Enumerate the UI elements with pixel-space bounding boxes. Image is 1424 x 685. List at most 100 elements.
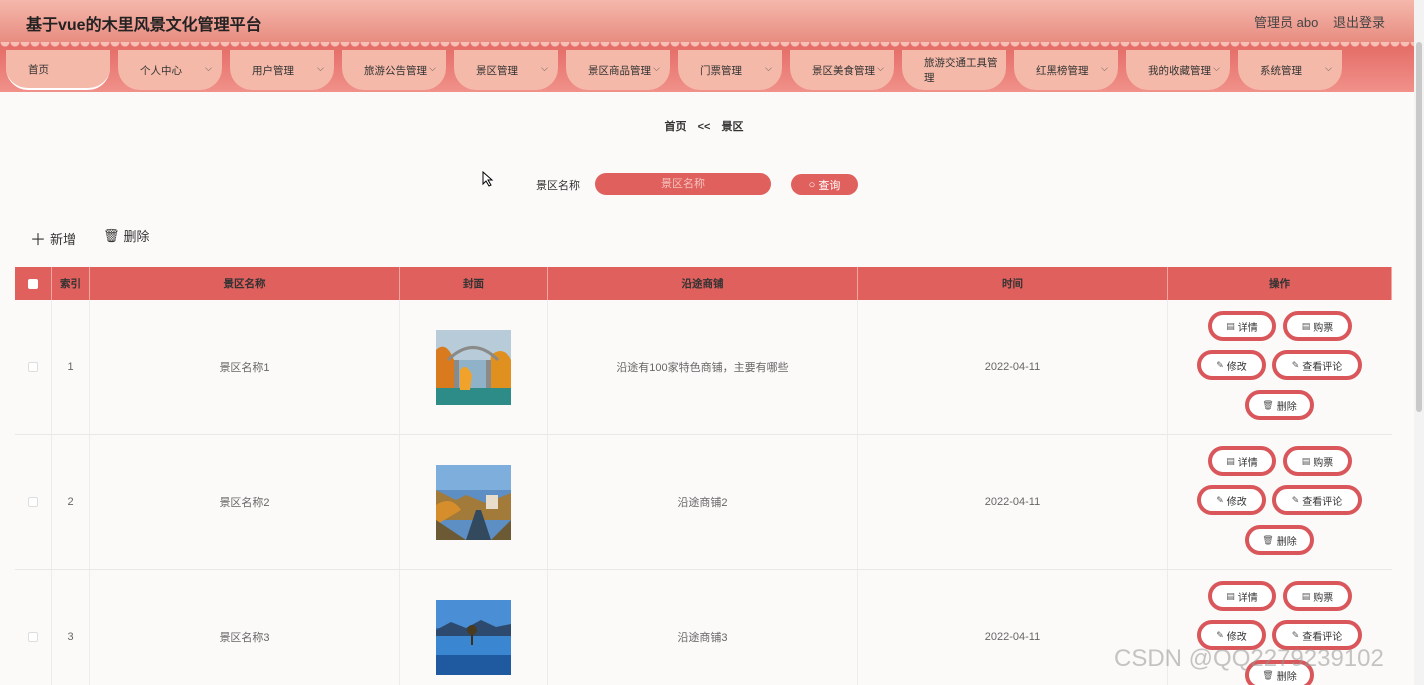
- breadcrumb-separator: <<: [697, 121, 711, 133]
- delete-button[interactable]: 🗑 删除: [1245, 390, 1314, 420]
- nav-item-notices[interactable]: 旅游公告管理 ⌵: [342, 50, 446, 90]
- row-index: 3: [52, 570, 90, 685]
- column-header: 沿途商铺: [548, 267, 858, 300]
- edit-icon: ✎: [1291, 494, 1300, 505]
- logout-link[interactable]: 退出登录: [1333, 12, 1385, 31]
- chevron-down-icon: ⌵: [765, 63, 772, 73]
- row-shops: 沿途商铺2: [548, 435, 858, 569]
- bulk-delete-label: 删除: [123, 229, 150, 244]
- document-icon: ▤: [1226, 590, 1235, 601]
- chevron-down-icon: ⌵: [1325, 63, 1332, 73]
- nav-item-rankings[interactable]: 红黑榜管理 ⌵: [1014, 50, 1118, 90]
- detail-button[interactable]: ▤ 详情: [1208, 446, 1276, 476]
- delete-button[interactable]: 🗑 删除: [1245, 525, 1314, 555]
- nav-item-scenic[interactable]: 景区管理 ⌵: [454, 50, 558, 90]
- cover-image: [436, 464, 511, 540]
- column-header: 操作: [1168, 267, 1392, 300]
- row-checkbox[interactable]: [28, 497, 38, 507]
- cover-cell: [400, 570, 548, 685]
- nav-item-favorites[interactable]: 我的收藏管理 ⌵: [1126, 50, 1230, 90]
- row-time: 2022-04-11: [858, 300, 1168, 434]
- nav-item-home[interactable]: 首页: [6, 50, 110, 90]
- document-icon: ▤: [1301, 590, 1311, 601]
- buy-ticket-button[interactable]: ▤ 购票: [1283, 581, 1352, 611]
- trash-icon: 🗑: [103, 227, 120, 243]
- column-header: 时间: [858, 267, 1168, 300]
- document-icon: ▤: [1226, 320, 1235, 331]
- edit-button[interactable]: ✎ 修改: [1197, 350, 1266, 380]
- search-button-label: 查询: [818, 179, 841, 192]
- comments-label: 查看评论: [1302, 361, 1343, 373]
- edit-label: 修改: [1226, 631, 1247, 643]
- nav-item-label: 旅游交通工具管理: [924, 57, 998, 84]
- row-index: 2: [52, 435, 90, 569]
- nav-item-personal[interactable]: 个人中心 ⌵: [118, 50, 222, 90]
- chevron-down-icon: ⌵: [429, 63, 436, 73]
- trash-icon: 🗑: [1262, 534, 1274, 545]
- search-input[interactable]: [595, 173, 771, 195]
- nav-item-system[interactable]: 系统管理 ⌵: [1238, 50, 1342, 90]
- app-header: 基于vue的木里风景文化管理平台 管理员 abo 退出登录: [0, 0, 1424, 42]
- select-all-checkbox[interactable]: [28, 278, 38, 289]
- page-scrollbar[interactable]: [1414, 0, 1424, 685]
- detail-button[interactable]: ▤ 详情: [1208, 311, 1276, 341]
- breadcrumb-home[interactable]: 首页: [665, 121, 687, 133]
- scenic-table: 索引 景区名称 封面 沿途商铺 时间 操作 1 景区名称1 沿途有100家特色商…: [15, 267, 1392, 685]
- watermark: CSDN @QQ2279239102: [1114, 645, 1384, 672]
- table-row: 1 景区名称1 沿途有100家特色商铺，主要有哪些 2022-04-11 ▤ 详情…: [15, 300, 1392, 435]
- breadcrumb: 首页 << 景区: [0, 118, 1408, 134]
- edit-icon: ✎: [1291, 629, 1300, 640]
- row-name: 景区名称2: [90, 435, 400, 569]
- chevron-down-icon: ⌵: [205, 63, 212, 73]
- add-button[interactable]: ＋ 新增: [30, 226, 76, 250]
- main-nav: 首页 个人中心 ⌵ 用户管理 ⌵ 旅游公告管理 ⌵ 景区管理 ⌵ 景区商品管理 ⌵ 门票管…: [0, 42, 1424, 92]
- row-checkbox-cell: [15, 435, 52, 569]
- buy-ticket-button[interactable]: ▤ 购票: [1283, 311, 1352, 341]
- current-user: 管理员 abo: [1254, 15, 1319, 30]
- row-name: 景区名称1: [90, 300, 400, 434]
- buy-label: 购票: [1313, 457, 1334, 469]
- header-checkbox-cell: [15, 267, 52, 300]
- nav-item-label: 景区管理: [476, 64, 518, 77]
- detail-label: 详情: [1237, 592, 1258, 604]
- detail-button[interactable]: ▤ 详情: [1208, 581, 1276, 611]
- view-comments-button[interactable]: ✎ 查看评论: [1272, 485, 1362, 515]
- document-icon: ▤: [1301, 455, 1311, 466]
- chevron-down-icon: ⌵: [541, 63, 548, 73]
- comments-label: 查看评论: [1302, 496, 1343, 508]
- nav-item-label: 红黑榜管理: [1036, 64, 1089, 77]
- view-comments-button[interactable]: ✎ 查看评论: [1272, 350, 1362, 380]
- nav-item-goods[interactable]: 景区商品管理 ⌵: [566, 50, 670, 90]
- search-label: 景区名称: [536, 180, 580, 192]
- app-title: 基于vue的木里风景文化管理平台: [26, 17, 262, 34]
- nav-item-label: 门票管理: [700, 64, 742, 77]
- nav-item-transport[interactable]: 旅游交通工具管理: [902, 50, 1006, 90]
- cover-image: [436, 599, 511, 675]
- scrollbar-thumb[interactable]: [1416, 42, 1422, 412]
- column-header: 景区名称: [90, 267, 400, 300]
- breadcrumb-current: 景区: [721, 121, 744, 133]
- nav-item-label: 首页: [28, 63, 49, 76]
- bulk-delete-button[interactable]: 🗑 删除: [103, 226, 150, 245]
- search-icon: ○: [808, 178, 816, 191]
- comments-label: 查看评论: [1302, 631, 1343, 643]
- nav-item-tickets[interactable]: 门票管理 ⌵: [678, 50, 782, 90]
- search-button[interactable]: ○ 查询: [791, 174, 858, 195]
- cover-image: [436, 329, 511, 405]
- row-checkbox-cell: [15, 300, 52, 434]
- row-checkbox[interactable]: [28, 632, 38, 642]
- chevron-down-icon: ⌵: [317, 63, 324, 73]
- row-checkbox[interactable]: [28, 362, 38, 372]
- buy-ticket-button[interactable]: ▤ 购票: [1283, 446, 1352, 476]
- edit-button[interactable]: ✎ 修改: [1197, 485, 1266, 515]
- nav-scallop-decoration: [0, 42, 1424, 48]
- buy-label: 购票: [1313, 592, 1334, 604]
- chevron-down-icon: ⌵: [1101, 63, 1108, 73]
- nav-item-users[interactable]: 用户管理 ⌵: [230, 50, 334, 90]
- nav-item-food[interactable]: 景区美食管理 ⌵: [790, 50, 894, 90]
- row-shops: 沿途有100家特色商铺，主要有哪些: [548, 300, 858, 434]
- add-button-label: 新增: [50, 231, 77, 247]
- nav-item-label: 景区美食管理: [812, 64, 875, 77]
- nav-item-label: 用户管理: [252, 64, 294, 77]
- cover-cell: [400, 435, 548, 569]
